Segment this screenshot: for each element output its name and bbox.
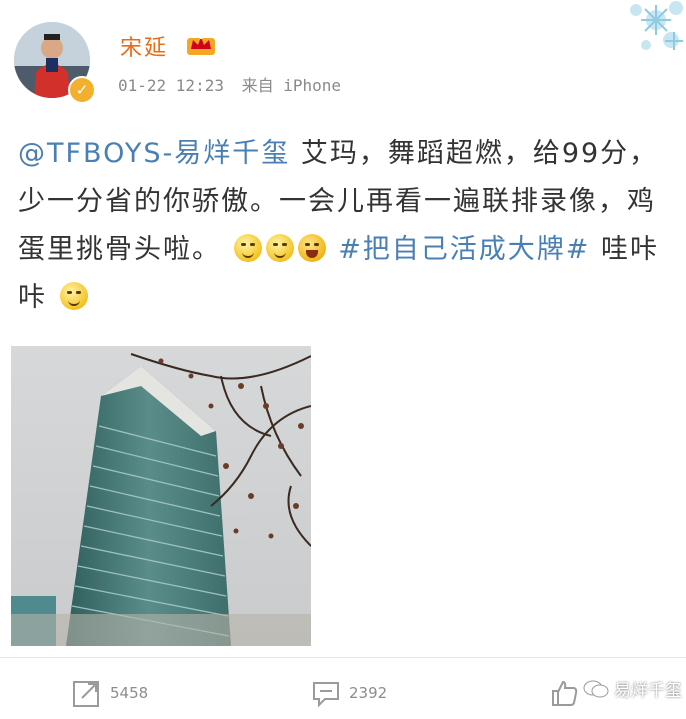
comment-button[interactable]: 2392	[311, 675, 387, 711]
comment-icon	[313, 682, 339, 708]
author-name[interactable]: 宋延	[120, 30, 168, 62]
post-timestamp: 01-22 12:23	[118, 76, 224, 95]
actions-divider	[0, 657, 686, 658]
building-photo	[11, 346, 311, 646]
laugh-emoji	[297, 234, 326, 262]
post-text: @TFBOYS-易烊千玺 艾玛，舞蹈超燃，给99分，少一分省的你骄傲。一会儿再看…	[18, 130, 673, 322]
repost-icon	[73, 681, 99, 707]
snowflake-decoration	[536, 0, 686, 90]
repost-count: 5458	[110, 684, 149, 702]
post-source: 来自 iPhone	[241, 76, 342, 95]
post-meta: 01-22 12:23 来自 iPhone	[118, 72, 349, 96]
smirk-emoji	[59, 282, 88, 310]
post-photo[interactable]	[11, 346, 311, 646]
hashtag-link[interactable]: #把自己活成大牌#	[338, 234, 590, 265]
wechat-icon	[583, 680, 609, 697]
repost-button[interactable]: 5458	[72, 675, 148, 711]
watermark-label: 易烊千玺	[614, 681, 682, 701]
comment-count: 2392	[349, 684, 388, 702]
grin-emoji	[265, 234, 294, 262]
wechat-watermark: 易烊千玺	[582, 676, 682, 701]
mention-link[interactable]: @TFBOYS-易烊千玺	[18, 138, 290, 169]
verified-badge: ✓	[68, 76, 96, 104]
smirk-emoji	[233, 234, 262, 262]
thumbs-up-icon	[552, 680, 578, 706]
crown-icon	[187, 35, 215, 55]
